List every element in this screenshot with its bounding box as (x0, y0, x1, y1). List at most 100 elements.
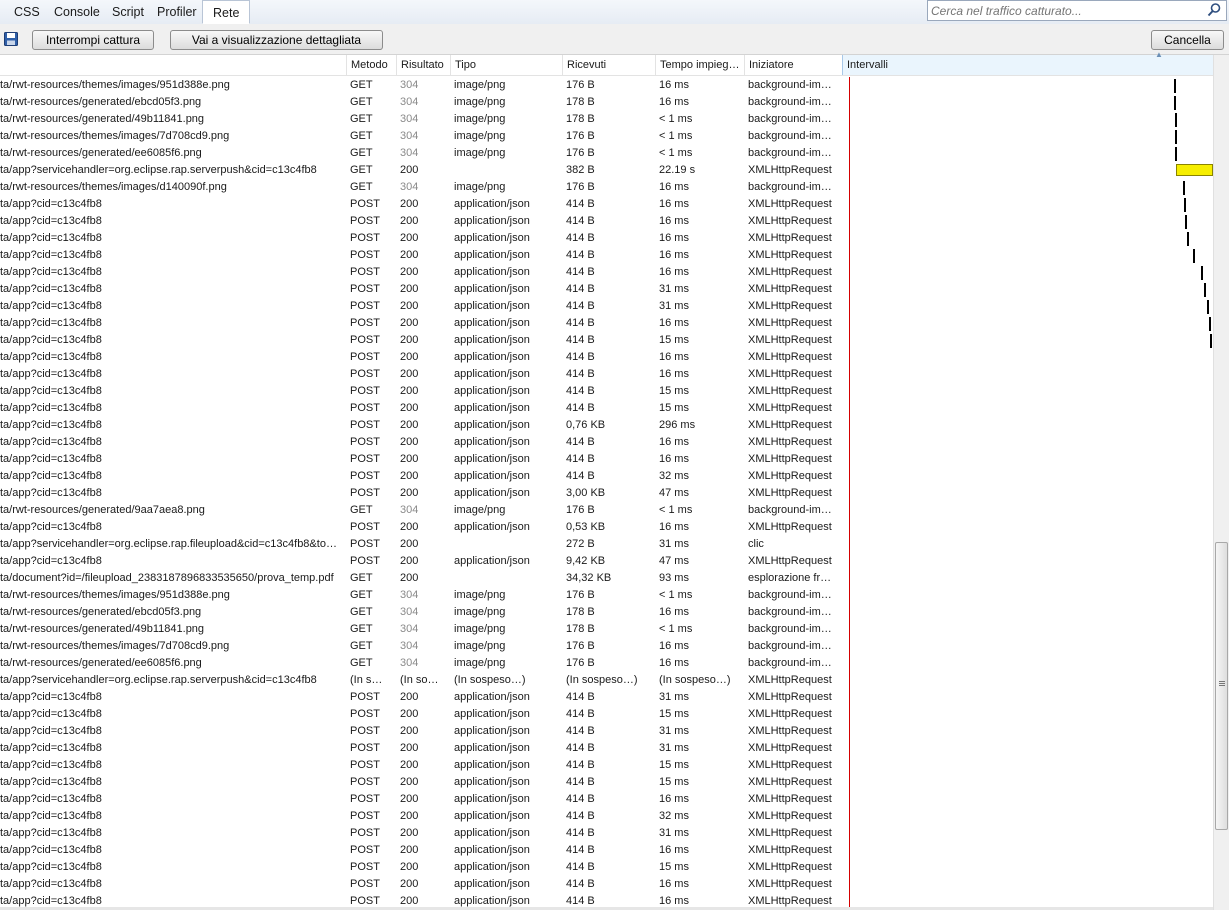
table-row[interactable]: ta/rwt-resources/generated/9aa7aea8.png G… (0, 502, 1213, 519)
table-row[interactable]: ta/app?cid=c13c4fb8 POST 200 application/js… (0, 774, 1213, 791)
scrollbar-thumb[interactable] (1215, 542, 1228, 830)
table-row[interactable]: ta/app?cid=c13c4fb8 POST 200 application/js… (0, 264, 1213, 281)
column-type[interactable]: Tipo (450, 55, 562, 75)
table-row[interactable]: ta/app?cid=c13c4fb8 POST 200 application/js… (0, 468, 1213, 485)
table-row[interactable]: ta/app?cid=c13c4fb8 POST 200 application/js… (0, 247, 1213, 264)
table-row[interactable]: ta/app?cid=c13c4fb8 POST 200 application/js… (0, 808, 1213, 825)
stop-capture-button[interactable]: Interrompi cattura (32, 30, 154, 50)
clear-button[interactable]: Cancella (1151, 30, 1224, 50)
cell-received: 414 B (566, 827, 595, 839)
table-row[interactable]: ta/rwt-resources/themes/images/951d388e.… (0, 77, 1213, 94)
cell-method: POST (350, 708, 380, 720)
cell-type: application/json (454, 555, 530, 567)
magnifier-icon[interactable] (1206, 2, 1222, 18)
table-row[interactable]: ta/app?cid=c13c4fb8 POST 200 application/js… (0, 383, 1213, 400)
table-row[interactable]: ta/rwt-resources/generated/ebcd05f3.png G… (0, 604, 1213, 621)
table-row[interactable]: ta/rwt-resources/themes/images/951d388e.… (0, 587, 1213, 604)
cell-type: application/json (454, 198, 530, 210)
cell-url: ta/app?cid=c13c4fb8 (0, 419, 102, 431)
table-row[interactable]: ta/rwt-resources/themes/images/7d708cd9.… (0, 638, 1213, 655)
table-row[interactable]: ta/app?cid=c13c4fb8 POST 200 application/js… (0, 400, 1213, 417)
table-row[interactable]: ta/app?servicehandler=org.eclipse.rap.fi… (0, 536, 1213, 553)
table-row[interactable]: ta/app?cid=c13c4fb8 POST 200 application/js… (0, 366, 1213, 383)
cell-type (450, 536, 562, 553)
cell-method: GET (350, 164, 373, 176)
cell-initiator: background-im… (748, 96, 832, 108)
cell-url: ta/app?cid=c13c4fb8 (0, 759, 102, 771)
table-row[interactable]: ta/app?cid=c13c4fb8 POST 200 application/js… (0, 553, 1213, 570)
table-row[interactable]: ta/rwt-resources/generated/ee6085f6.png G… (0, 145, 1213, 162)
table-row[interactable]: ta/app?cid=c13c4fb8 POST 200 application/js… (0, 757, 1213, 774)
table-row[interactable]: ta/app?cid=c13c4fb8 POST 200 application/js… (0, 349, 1213, 366)
table-row[interactable]: ta/app?servicehandler=org.eclipse.rap.se… (0, 162, 1213, 179)
table-row[interactable]: ta/app?cid=c13c4fb8 POST 200 application/js… (0, 332, 1213, 349)
cell-received: 272 B (566, 538, 595, 550)
table-row[interactable]: ta/app?cid=c13c4fb8 POST 200 application/js… (0, 876, 1213, 893)
cell-type: application/json (454, 691, 530, 703)
table-row[interactable]: ta/app?cid=c13c4fb8 POST 200 application/js… (0, 689, 1213, 706)
table-row[interactable]: ta/rwt-resources/generated/ebcd05f3.png G… (0, 94, 1213, 111)
table-row[interactable]: ta/rwt-resources/generated/49b11841.png G… (0, 621, 1213, 638)
cell-result: 304 (400, 504, 419, 516)
cell-initiator: XMLHttpRequest (748, 232, 832, 244)
cell-received: 176 B (566, 181, 595, 193)
cell-url: ta/document?id=/fileupload_2383187896833… (0, 572, 334, 584)
table-row[interactable]: ta/app?cid=c13c4fb8 POST 200 application/js… (0, 859, 1213, 876)
tab-network[interactable]: Rete (202, 0, 251, 24)
search-input[interactable] (931, 2, 1201, 19)
cell-time: 16 ms (659, 844, 689, 856)
cell-result: 304 (400, 96, 419, 108)
save-icon[interactable] (4, 32, 18, 46)
column-result[interactable]: Risultato (396, 55, 450, 75)
column-received[interactable]: Ricevuti (562, 55, 655, 75)
table-row[interactable]: ta/app?cid=c13c4fb8 POST 200 application/js… (0, 706, 1213, 723)
table-row[interactable]: ta/app?cid=c13c4fb8 POST 200 application/js… (0, 519, 1213, 536)
detail-view-button[interactable]: Vai a visualizzazione dettagliata (170, 30, 383, 50)
table-row[interactable]: ta/app?cid=c13c4fb8 POST 200 application/js… (0, 825, 1213, 842)
table-row[interactable]: ta/app?cid=c13c4fb8 POST 200 application/js… (0, 740, 1213, 757)
column-url[interactable] (0, 55, 346, 75)
cell-method: POST (350, 538, 380, 550)
table-row[interactable]: ta/rwt-resources/themes/images/d140090f.… (0, 179, 1213, 196)
table-row[interactable]: ta/app?cid=c13c4fb8 POST 200 application/js… (0, 451, 1213, 468)
cell-received: 414 B (566, 793, 595, 805)
cell-type (450, 570, 562, 587)
cell-result: 200 (400, 776, 419, 788)
interval-tick (1201, 266, 1203, 280)
table-row[interactable]: ta/app?cid=c13c4fb8 POST 200 application/js… (0, 434, 1213, 451)
table-row[interactable]: ta/rwt-resources/themes/images/7d708cd9.… (0, 128, 1213, 145)
cell-url: ta/rwt-resources/generated/49b11841.png (0, 113, 205, 125)
cell-initiator: background-im… (748, 181, 832, 193)
table-row[interactable]: ta/app?servicehandler=org.eclipse.rap.se… (0, 672, 1213, 689)
table-row[interactable]: ta/rwt-resources/generated/ee6085f6.png G… (0, 655, 1213, 672)
table-row[interactable]: ta/app?cid=c13c4fb8 POST 200 application/js… (0, 485, 1213, 502)
cell-method: POST (350, 351, 380, 363)
table-row[interactable]: ta/app?cid=c13c4fb8 POST 200 application/js… (0, 791, 1213, 808)
table-row[interactable]: ta/app?cid=c13c4fb8 POST 200 application/js… (0, 723, 1213, 740)
tab-profiler[interactable]: Profiler (157, 0, 197, 23)
table-row[interactable]: ta/app?cid=c13c4fb8 POST 200 application/js… (0, 417, 1213, 434)
column-method[interactable]: Metodo (346, 55, 396, 75)
table-row[interactable]: ta/rwt-resources/generated/49b11841.png G… (0, 111, 1213, 128)
cell-initiator: XMLHttpRequest (748, 334, 832, 346)
cell-received: 414 B (566, 266, 595, 278)
cell-received: 414 B (566, 198, 595, 210)
table-row[interactable]: ta/app?cid=c13c4fb8 POST 200 application/js… (0, 281, 1213, 298)
table-row[interactable]: ta/app?cid=c13c4fb8 POST 200 application/js… (0, 842, 1213, 859)
tab-script[interactable]: Script (112, 0, 144, 23)
table-row[interactable]: ta/app?cid=c13c4fb8 POST 200 application/js… (0, 230, 1213, 247)
cell-type: application/json (454, 266, 530, 278)
table-row[interactable]: ta/app?cid=c13c4fb8 POST 200 application/js… (0, 196, 1213, 213)
cell-received: 176 B (566, 147, 595, 159)
column-time[interactable]: Tempo impieg… (655, 55, 744, 75)
table-row[interactable]: ta/app?cid=c13c4fb8 POST 200 application/js… (0, 213, 1213, 230)
cell-url: ta/app?cid=c13c4fb8 (0, 742, 102, 754)
column-initiator[interactable]: Iniziatore (744, 55, 842, 75)
cell-type: application/json (454, 742, 530, 754)
table-row[interactable]: ta/app?cid=c13c4fb8 POST 200 application/js… (0, 298, 1213, 315)
table-row[interactable]: ta/app?cid=c13c4fb8 POST 200 application/js… (0, 315, 1213, 332)
tab-css[interactable]: CSS (14, 0, 40, 23)
tab-console[interactable]: Console (54, 0, 100, 23)
table-row[interactable]: ta/document?id=/fileupload_2383187896833… (0, 570, 1213, 587)
vertical-scrollbar[interactable] (1213, 55, 1229, 910)
